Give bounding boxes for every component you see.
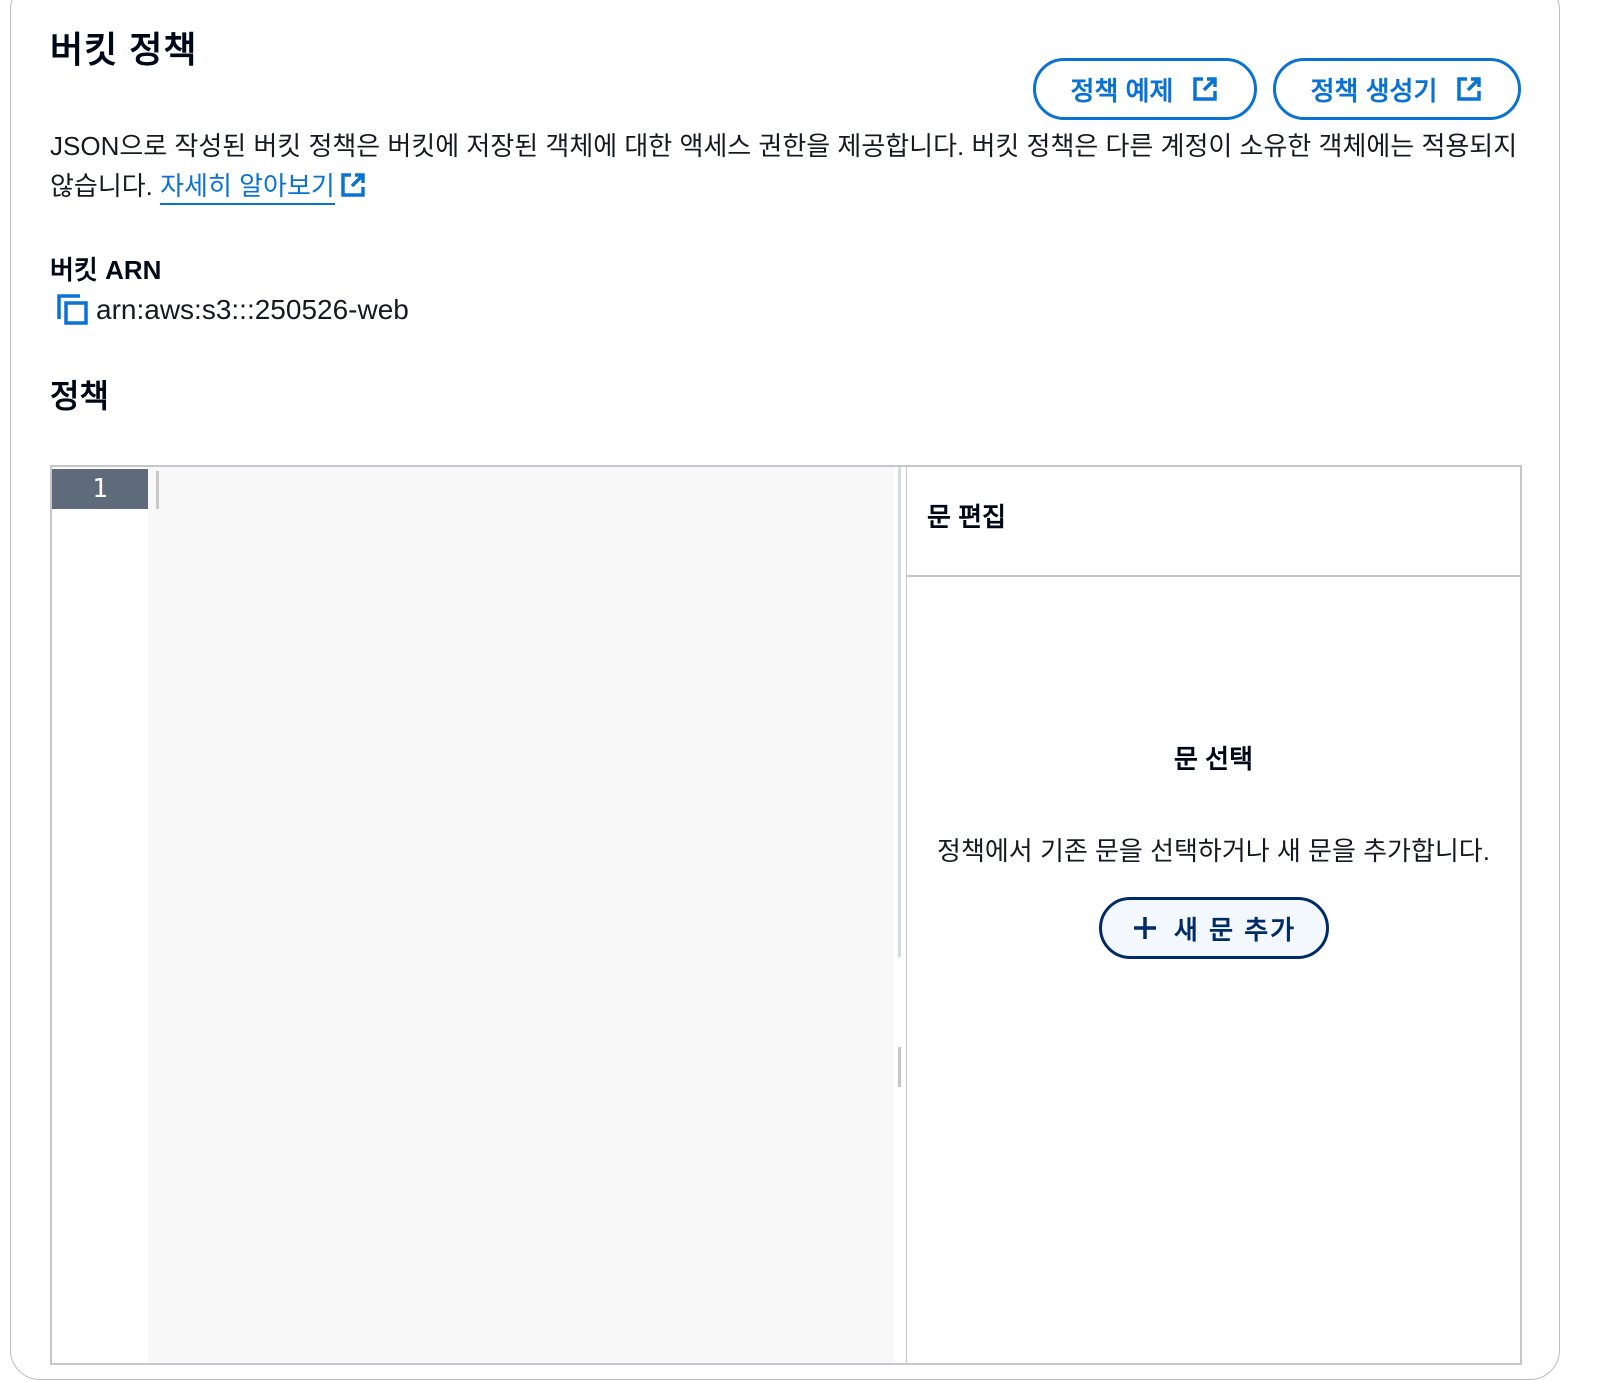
bucket-arn-row: arn:aws:s3:::250526-web [56, 290, 409, 330]
policy-generator-button[interactable]: 정책 생성기 [1273, 58, 1521, 120]
page-title: 버킷 정책 [50, 29, 198, 70]
add-statement-label: 새 문 추가 [1173, 914, 1297, 945]
add-statement-button[interactable]: 새 문 추가 [1099, 897, 1329, 959]
editor-gutter: 1 [52, 467, 148, 1363]
bucket-arn-value: arn:aws:s3:::250526-web [96, 294, 409, 325]
empty-state-description: 정책에서 기존 문을 선택하거나 새 문을 추가합니다. [937, 836, 1490, 866]
statement-panel-title: 문 편집 [927, 502, 1006, 532]
statement-panel: 문 편집 문 선택 정책에서 기존 문을 선택하거나 새 문을 추가합니다. 새… [906, 467, 1520, 1363]
learn-more-label: 자세히 알아보기 [160, 171, 335, 201]
copy-icon[interactable] [56, 293, 90, 327]
pane-splitter[interactable] [894, 467, 906, 1363]
bucket-arn-label: 버킷 ARN [50, 255, 162, 285]
policy-section-title: 정책 [50, 378, 109, 414]
policy-examples-button[interactable]: 정책 예제 [1033, 58, 1257, 120]
splitter-bar [898, 467, 901, 957]
policy-description: JSON으로 작성된 버킷 정책은 버킷에 저장된 객체에 대한 액세스 권한을… [50, 126, 1530, 206]
external-link-icon [1193, 77, 1218, 101]
policy-examples-label: 정책 예제 [1070, 75, 1174, 106]
statement-panel-header: 문 편집 [907, 467, 1520, 577]
plus-icon [1133, 917, 1156, 939]
policy-generator-label: 정책 생성기 [1310, 75, 1438, 106]
line-number: 1 [52, 469, 148, 509]
empty-state-title: 문 선택 [1174, 744, 1253, 774]
json-code-area[interactable] [148, 467, 894, 1363]
learn-more-link[interactable]: 자세히 알아보기 [160, 171, 335, 205]
text-cursor [156, 471, 159, 509]
splitter-handle[interactable] [898, 1047, 901, 1087]
external-link-icon[interactable] [339, 171, 367, 199]
external-link-icon [1457, 77, 1482, 101]
policy-editor: 1 문 편집 문 선택 정책에서 기존 문을 선택하거나 새 문을 추가합니다.… [50, 465, 1522, 1365]
